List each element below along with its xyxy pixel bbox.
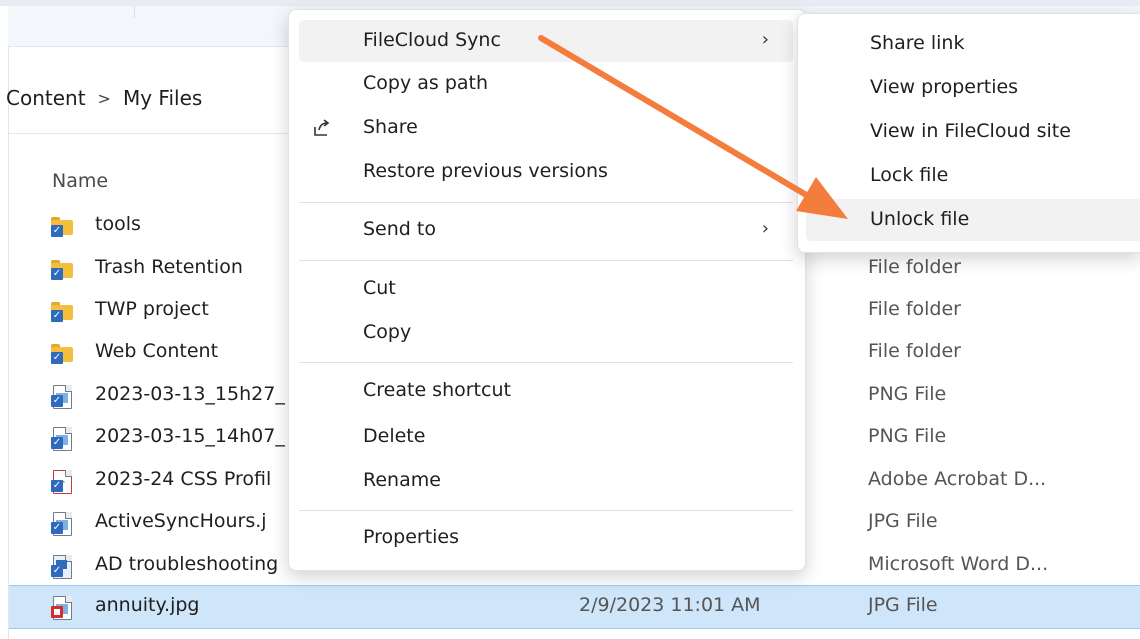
breadcrumb[interactable]: Content > My Files <box>6 86 202 110</box>
navigation-pane-edge <box>0 46 9 639</box>
menu-item-send-to[interactable]: Send to › <box>299 209 793 251</box>
submenu-item-label: View properties <box>870 76 1019 98</box>
file-name: AD troubleshooting <box>95 553 279 575</box>
menu-item-filecloud-sync[interactable]: FileCloud Sync › <box>299 20 793 62</box>
menu-item-label: Delete <box>363 425 426 447</box>
menu-item-label: Copy as path <box>363 72 489 94</box>
menu-item-label: Create shortcut <box>363 379 511 401</box>
menu-item-label: Cut <box>363 277 396 299</box>
file-type: PNG File <box>868 425 947 447</box>
locked-file-icon <box>51 596 73 620</box>
file-type: Microsoft Word D... <box>868 553 1049 575</box>
submenu-item-label: Share link <box>870 32 965 54</box>
file-type: File folder <box>868 298 961 320</box>
word-file-icon: ✓ <box>51 555 73 579</box>
file-date: 2/9/2023 11:01 AM <box>579 594 761 616</box>
menu-item-label: Copy <box>363 321 412 343</box>
file-type: File folder <box>868 256 961 278</box>
submenu-item-view-in-filecloud-site[interactable]: View in FileCloud site <box>806 111 1140 153</box>
submenu-item-label: View in FileCloud site <box>870 120 1071 142</box>
menu-item-properties[interactable]: Properties <box>299 517 793 559</box>
file-type: Adobe Acrobat D... <box>868 468 1047 490</box>
menu-item-label: Restore previous versions <box>363 160 608 182</box>
chevron-right-icon: › <box>761 218 769 239</box>
menu-item-create-shortcut[interactable]: Create shortcut <box>299 370 793 412</box>
submenu-item-label: Lock file <box>870 164 949 186</box>
pdf-file-icon: ⌁✓ <box>51 470 73 494</box>
breadcrumb-parent[interactable]: Content <box>6 86 86 110</box>
image-file-icon: ✓ <box>51 427 73 451</box>
menu-item-label: FileCloud Sync <box>363 29 501 51</box>
file-type: PNG File <box>868 383 947 405</box>
folder-icon: ✓ <box>51 215 73 237</box>
file-name: annuity.jpg <box>95 594 200 616</box>
filecloud-sync-submenu: Share link View properties View in FileC… <box>797 13 1140 253</box>
menu-item-restore-previous-versions[interactable]: Restore previous versions <box>299 151 793 193</box>
folder-icon: ✓ <box>51 300 73 322</box>
file-name: Trash Retention <box>95 256 243 278</box>
folder-icon: ✓ <box>51 342 73 364</box>
menu-separator <box>299 362 793 363</box>
menu-item-label: Send to <box>363 218 436 240</box>
menu-item-delete[interactable]: Delete <box>299 416 793 458</box>
file-name: ActiveSyncHours.j <box>95 510 267 532</box>
file-name: 2023-03-13_15h27_ <box>95 383 285 405</box>
folder-icon: ✓ <box>51 258 73 280</box>
submenu-item-lock-file[interactable]: Lock file <box>806 155 1140 197</box>
menu-separator <box>299 510 793 511</box>
menu-item-share[interactable]: Share <box>299 107 793 149</box>
menu-item-cut[interactable]: Cut <box>299 268 793 310</box>
title-bar-separator <box>134 6 135 18</box>
submenu-item-label: Unlock file <box>870 208 970 230</box>
file-type: JPG File <box>868 510 938 532</box>
menu-item-label: Share <box>363 116 418 138</box>
file-type: JPG File <box>868 594 938 616</box>
file-name: TWP project <box>95 298 209 320</box>
submenu-item-unlock-file[interactable]: Unlock file <box>806 199 1140 241</box>
menu-item-copy[interactable]: Copy <box>299 312 793 354</box>
breadcrumb-separator: > <box>97 88 111 108</box>
menu-separator <box>299 202 793 203</box>
submenu-item-share-link[interactable]: Share link <box>806 23 1140 65</box>
share-icon <box>311 117 333 139</box>
file-row-selected[interactable]: annuity.jpg 2/9/2023 11:01 AM JPG File <box>9 585 1140 629</box>
chevron-right-icon: › <box>761 29 769 50</box>
file-name: 2023-03-15_14h07_ <box>95 425 285 447</box>
menu-item-copy-as-path[interactable]: Copy as path <box>299 63 793 105</box>
column-header-name[interactable]: Name <box>52 170 108 192</box>
file-type: File folder <box>868 340 961 362</box>
submenu-item-view-properties[interactable]: View properties <box>806 67 1140 109</box>
breadcrumb-current[interactable]: My Files <box>123 86 202 110</box>
menu-item-label: Properties <box>363 526 460 548</box>
file-name: tools <box>95 213 141 235</box>
file-name: 2023-24 CSS Profil <box>95 468 272 490</box>
menu-separator <box>299 260 793 261</box>
image-file-icon: ✓ <box>51 512 73 536</box>
context-menu: FileCloud Sync › Copy as path Share Rest… <box>288 9 806 571</box>
file-name: Web Content <box>95 340 219 362</box>
menu-item-rename[interactable]: Rename <box>299 460 793 502</box>
menu-item-label: Rename <box>363 469 441 491</box>
image-file-icon: ✓ <box>51 385 73 409</box>
